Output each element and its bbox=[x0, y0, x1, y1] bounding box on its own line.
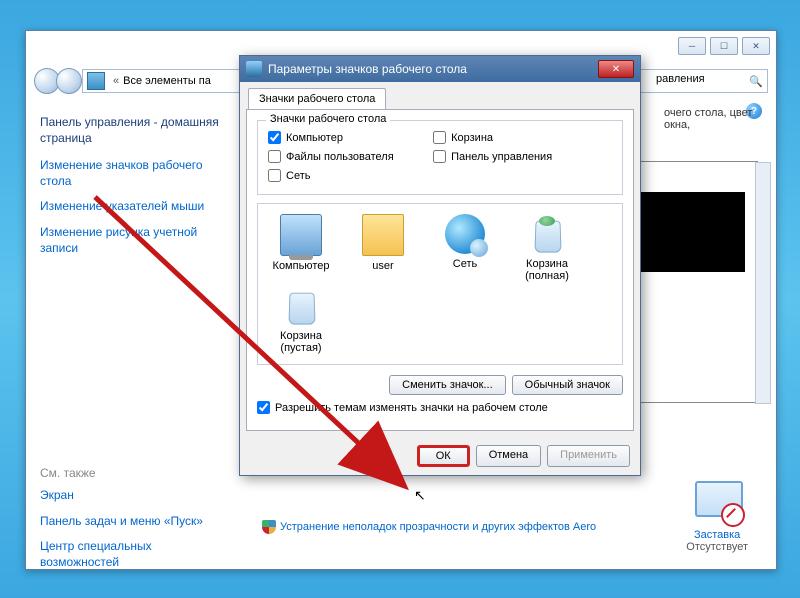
apply-button[interactable]: Применить bbox=[547, 445, 630, 467]
control-panel-icon bbox=[87, 72, 105, 90]
preview-scrollbar[interactable] bbox=[755, 162, 771, 404]
theme-preview-panel bbox=[626, 161, 758, 403]
desktop-icon-settings-dialog: Параметры значков рабочего стола ✕ Значк… bbox=[239, 55, 641, 476]
breadcrumb-text-left: Все элементы па bbox=[123, 75, 211, 87]
checkbox-network[interactable]: Сеть bbox=[268, 169, 433, 182]
change-icon-button[interactable]: Сменить значок... bbox=[389, 375, 506, 395]
no-entry-icon bbox=[721, 503, 745, 527]
dialog-icon bbox=[246, 61, 262, 77]
network-icon bbox=[445, 214, 485, 254]
icon-item-bin-empty[interactable]: Корзина (пустая) bbox=[264, 286, 338, 354]
screensaver-tile[interactable]: Заставка Отсутствует bbox=[686, 481, 748, 553]
dialog-title: Параметры значков рабочего стола bbox=[268, 62, 467, 76]
sidebar-link-desktop-icons[interactable]: Изменение значков рабочего стола bbox=[40, 158, 230, 189]
icon-item-network[interactable]: Сеть bbox=[428, 214, 502, 282]
folder-icon bbox=[362, 214, 404, 256]
icon-item-computer[interactable]: Компьютер bbox=[264, 214, 338, 282]
sidebar-link-account-picture[interactable]: Изменение рисунка учетной записи bbox=[40, 225, 230, 256]
search-icon: 🔍 bbox=[749, 75, 763, 88]
sidebar: Панель управления - домашняя страница Из… bbox=[26, 101, 244, 569]
checkbox-allow-themes[interactable]: Разрешить темам изменять значки на рабоч… bbox=[257, 401, 623, 414]
dialog-close-button[interactable]: ✕ bbox=[598, 60, 634, 78]
group-legend: Значки рабочего стола bbox=[266, 113, 390, 125]
cancel-button[interactable]: Отмена bbox=[476, 445, 541, 467]
breadcrumb-text-right: равления bbox=[656, 73, 705, 85]
page-heading-fragment: очего стола, цвет окна, bbox=[664, 107, 776, 131]
sidebar-also-accessibility[interactable]: Центр специальных возможностей bbox=[40, 539, 230, 570]
computer-icon bbox=[280, 214, 322, 256]
aero-troubleshoot-link[interactable]: Устранение неполадок прозрачности и друг… bbox=[262, 520, 596, 534]
cursor-icon: ↖ bbox=[414, 487, 426, 504]
maximize-button[interactable]: ☐ bbox=[710, 37, 738, 55]
shield-icon bbox=[262, 520, 276, 534]
checkbox-control-panel[interactable]: Панель управления bbox=[433, 150, 598, 163]
preview-thumbnail bbox=[635, 192, 745, 272]
close-button[interactable]: ✕ bbox=[742, 37, 770, 55]
minimize-button[interactable]: ─ bbox=[678, 37, 706, 55]
dialog-titlebar[interactable]: Параметры значков рабочего стола ✕ bbox=[240, 56, 640, 82]
checkbox-user-files[interactable]: Файлы пользователя bbox=[268, 150, 433, 163]
sidebar-also-screen[interactable]: Экран bbox=[40, 488, 230, 504]
tab-desktop-icons[interactable]: Значки рабочего стола bbox=[248, 88, 386, 109]
ok-button[interactable]: ОК bbox=[417, 445, 470, 467]
chevron-left-icon: « bbox=[113, 75, 119, 87]
sidebar-home-link[interactable]: Панель управления - домашняя страница bbox=[40, 115, 230, 146]
screensaver-status: Отсутствует bbox=[686, 541, 748, 553]
checkbox-computer[interactable]: Компьютер bbox=[268, 131, 433, 144]
screensaver-label: Заставка bbox=[686, 529, 748, 541]
icon-preview-list: Компьютер user Сеть Корзина (полная) Кор… bbox=[257, 203, 623, 365]
nav-forward-button[interactable] bbox=[56, 68, 82, 94]
sidebar-also-taskbar[interactable]: Панель задач и меню «Пуск» bbox=[40, 514, 230, 530]
see-also-label: См. также bbox=[40, 466, 230, 480]
default-icon-button[interactable]: Обычный значок bbox=[512, 375, 623, 395]
sidebar-link-mouse-pointers[interactable]: Изменение указателей мыши bbox=[40, 199, 230, 215]
recycle-bin-empty-icon bbox=[281, 286, 321, 326]
checkbox-recycle-bin[interactable]: Корзина bbox=[433, 131, 598, 144]
desktop-icons-group: Значки рабочего стола Компьютер Корзина … bbox=[257, 120, 623, 195]
icon-item-bin-full[interactable]: Корзина (полная) bbox=[510, 214, 584, 282]
recycle-bin-full-icon bbox=[527, 214, 567, 254]
aero-link-text: Устранение неполадок прозрачности и друг… bbox=[280, 521, 596, 533]
icon-item-user[interactable]: user bbox=[346, 214, 420, 282]
